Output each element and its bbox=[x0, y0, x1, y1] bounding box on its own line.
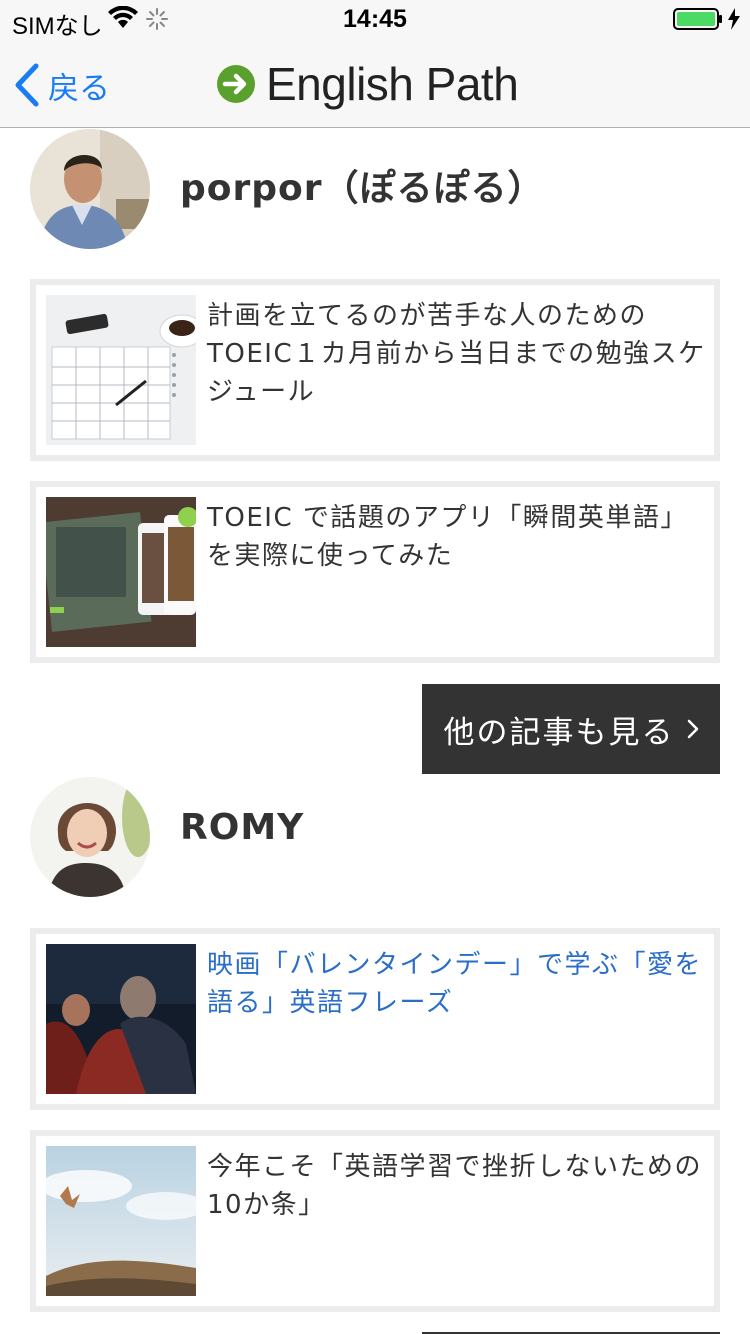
author-name: porpor（ぽるぽる） bbox=[180, 168, 545, 209]
battery-icon bbox=[673, 8, 722, 30]
article-card[interactable]: TOEIC で話題のアプリ「瞬間英単語」を実際に使ってみた bbox=[30, 481, 720, 663]
article-card[interactable]: 計画を立てるのが苦手な人のためのTOEIC１カ月前から当日までの勉強スケジュール bbox=[30, 279, 720, 461]
status-time: 14:45 bbox=[343, 5, 407, 33]
navigation-bar: 戻る English Path bbox=[0, 40, 750, 128]
avatar bbox=[30, 129, 150, 249]
avatar bbox=[30, 777, 150, 897]
article-card[interactable]: 映画「バレンタインデー」で学ぶ「愛を語る」英語フレーズ bbox=[30, 928, 720, 1110]
article-thumbnail bbox=[46, 1146, 196, 1296]
article-title: TOEIC で話題のアプリ「瞬間英単語」を実際に使ってみた bbox=[207, 503, 688, 571]
article-thumbnail bbox=[46, 497, 196, 647]
chevron-right-icon bbox=[687, 719, 698, 739]
article-thumbnail bbox=[46, 295, 196, 445]
article-thumbnail bbox=[46, 944, 196, 1094]
author-header[interactable]: ROMY bbox=[30, 777, 720, 899]
article-title: 映画「バレンタインデー」で学ぶ「愛を語る」英語フレーズ bbox=[207, 950, 703, 1018]
more-articles-label: 他の記事も見る bbox=[443, 714, 675, 751]
article-card[interactable]: 今年こそ「英語学習で挫折しないための10か条」 bbox=[30, 1130, 720, 1312]
article-title: 今年こそ「英語学習で挫折しないための10か条」 bbox=[207, 1152, 703, 1220]
charging-bolt-icon bbox=[728, 8, 740, 30]
article-title: 計画を立てるのが苦手な人のためのTOEIC１カ月前から当日までの勉強スケジュール bbox=[207, 301, 706, 407]
back-label: 戻る bbox=[48, 70, 110, 107]
author-header[interactable]: porpor（ぽるぽる） bbox=[30, 129, 720, 251]
chevron-left-icon bbox=[15, 63, 39, 107]
arrow-circle-logo-icon bbox=[217, 65, 255, 103]
status-bar: SIMなし 14:45 bbox=[0, 0, 750, 40]
author-name: ROMY bbox=[180, 807, 305, 848]
more-articles-button[interactable]: 他の記事も見る bbox=[422, 684, 720, 774]
brand-name: English Path bbox=[266, 58, 519, 110]
back-button[interactable]: 戻る bbox=[14, 62, 110, 108]
article-list[interactable]: porpor（ぽるぽる） 計画を立てるのが苦手な人のためのTOEIC１カ月前から bbox=[0, 129, 750, 1334]
brand-logo: English Path bbox=[216, 54, 519, 114]
